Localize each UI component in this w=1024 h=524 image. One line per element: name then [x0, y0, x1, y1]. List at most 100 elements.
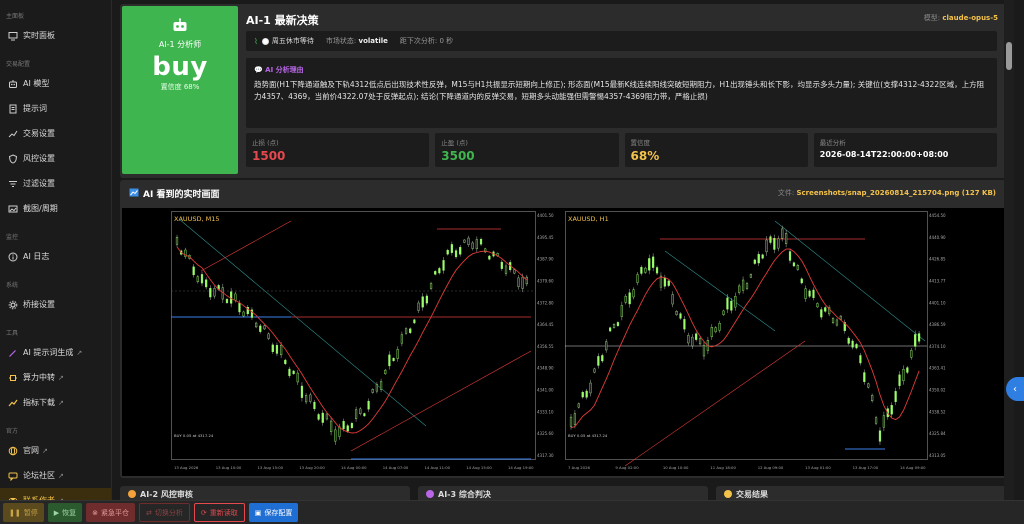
sidebar-item-ai-model[interactable]: AI 模型: [0, 71, 111, 96]
candle-body: [275, 345, 279, 354]
candle-body: [517, 277, 520, 287]
candle-body: [213, 288, 216, 297]
sidebar-item-bridge-settings[interactable]: 桥接设置: [0, 292, 111, 317]
emergency-close-button[interactable]: ⊗ 紧急平仓: [86, 503, 135, 522]
robot-icon: [7, 78, 19, 90]
globe-icon: [7, 445, 19, 457]
sidebar-item-dashboard[interactable]: 实时面板: [0, 23, 111, 48]
stat-value: 68%: [630, 149, 660, 163]
candle-body: [894, 391, 897, 402]
sidebar-item-screenshot-period[interactable]: 截图/周期: [0, 196, 111, 221]
sidebar-item-prompt-generator[interactable]: AI 提示词生成 ↗: [0, 340, 111, 365]
candle-body: [425, 295, 428, 304]
chart-screenshot: XAUUSD, M15 4401.50 4395.45 4387.90 4379.60 4…: [122, 208, 1004, 476]
sidebar-item-label: 交易设置: [23, 129, 55, 138]
candle-body: [325, 413, 329, 420]
stat-value: 3500: [441, 149, 475, 163]
external-link-icon: ↗: [58, 471, 64, 480]
chart-panel-title: AI 看到的实时画面: [129, 187, 219, 200]
candle-body: [421, 296, 424, 308]
candle-body: [438, 268, 441, 274]
switch-label: 切换分析: [154, 508, 183, 517]
save-label: 保存配置: [264, 508, 293, 517]
candle-body: [612, 324, 616, 328]
section-title-trading: 交易配置: [6, 61, 31, 68]
switch-analysis-button[interactable]: ⇄ 切换分析: [139, 503, 190, 522]
collapse-panel-button[interactable]: ‹: [1006, 377, 1024, 401]
main-scrollbar[interactable]: [1004, 0, 1014, 500]
candle-body: [698, 338, 702, 345]
price-tick-label: 4333.10: [537, 409, 554, 414]
live-chart-panel: AI 看到的实时画面 文件: Screenshots/snap_20260814…: [120, 180, 1006, 478]
scrollbar-thumb[interactable]: [1006, 42, 1012, 70]
section-title-official: 官方: [6, 428, 19, 435]
candle-body: [471, 242, 474, 249]
reason-title-label: AI 分析理由: [265, 66, 304, 74]
price-tick-label: 4325.84: [929, 431, 946, 436]
candle-body: [300, 385, 304, 398]
sidebar-item-label: AI 提示词生成: [23, 348, 74, 357]
reload-button[interactable]: ⟳ 重新读取: [193, 503, 245, 522]
chip-icon: [7, 372, 19, 384]
sidebar-item-risk-settings[interactable]: 风控设置: [0, 146, 111, 171]
candle-body: [255, 322, 258, 328]
reason-text: 趋势面(H1下降通道触及下轨4312低点后出现技术性反弹，M15与H1共振显示短…: [254, 80, 985, 101]
candle-body: [313, 401, 316, 410]
sidebar-item-label: 论坛社区: [23, 471, 55, 480]
forum-icon: [7, 470, 19, 482]
robot-icon: [173, 18, 187, 31]
sidebar-item-trade-settings[interactable]: 交易设置: [0, 121, 111, 146]
gear-icon: [7, 299, 19, 311]
candle-body: [609, 327, 612, 332]
candle-body: [616, 322, 620, 326]
candle-body: [718, 322, 721, 331]
sidebar-item-forum[interactable]: 论坛社区 ↗: [0, 463, 111, 488]
candle-body: [855, 343, 858, 349]
sidebar-item-filter-settings[interactable]: 过滤设置: [0, 171, 111, 196]
price-tick-label: 4338.52: [929, 409, 946, 414]
section-title-monitor: 监控: [6, 234, 19, 241]
candle-body: [847, 337, 850, 344]
candle-body: [816, 303, 819, 308]
candle-body: [309, 394, 312, 402]
status-bar: ⌇ 周五休市等待 市场状态: volatile 距下次分析: 0 秒: [246, 31, 997, 51]
chart-frame: [565, 211, 928, 460]
time-tick-label: 14 Aug 15:00: [466, 465, 492, 470]
shield-icon: [128, 490, 136, 498]
candle-body: [785, 233, 788, 244]
candle-body: [632, 289, 635, 298]
resume-label: 恢复: [62, 508, 77, 517]
sidebar-item-compute-relay[interactable]: 算力中转 ↗: [0, 365, 111, 390]
panel-title: AI-1 最新决策: [246, 14, 319, 27]
candle-body: [525, 276, 528, 285]
resume-button[interactable]: ▶ 恢复: [47, 503, 83, 522]
document-icon: [7, 103, 19, 115]
price-tick-label: 4341.00: [537, 388, 554, 393]
sidebar-item-website[interactable]: 官网 ↗: [0, 438, 111, 463]
sidebar-item-prompt[interactable]: 提示词: [0, 96, 111, 121]
sidebar-item-indicator-download[interactable]: 指标下载 ↗: [0, 390, 111, 415]
sidebar-item-ai-log[interactable]: AI 日志: [0, 244, 111, 269]
candle-body: [796, 265, 799, 270]
candle-body: [263, 325, 266, 330]
price-tick-label: 4454.50: [929, 213, 946, 218]
analyst-label: AI-1 分析师: [158, 40, 202, 49]
candle-body: [624, 295, 627, 303]
candle-body: [859, 355, 862, 364]
candle-body: [479, 239, 483, 245]
candle-body: [769, 236, 772, 243]
candle-body: [417, 302, 420, 311]
refresh-label: 重新读取: [209, 508, 238, 517]
candle-body: [413, 319, 416, 324]
pause-button[interactable]: ❚❚ 暂停: [3, 503, 44, 522]
candle-body: [500, 261, 503, 269]
candle-body: [702, 344, 706, 357]
price-tick-label: 4387.90: [537, 257, 554, 262]
candle-body: [734, 296, 737, 308]
refresh-icon: ⟳: [200, 508, 207, 517]
save-config-button[interactable]: ▣ 保存配置: [248, 503, 299, 522]
image-icon: [129, 188, 139, 200]
candle-body: [679, 313, 682, 319]
wand-icon: [7, 347, 19, 359]
candle-body: [350, 423, 354, 428]
